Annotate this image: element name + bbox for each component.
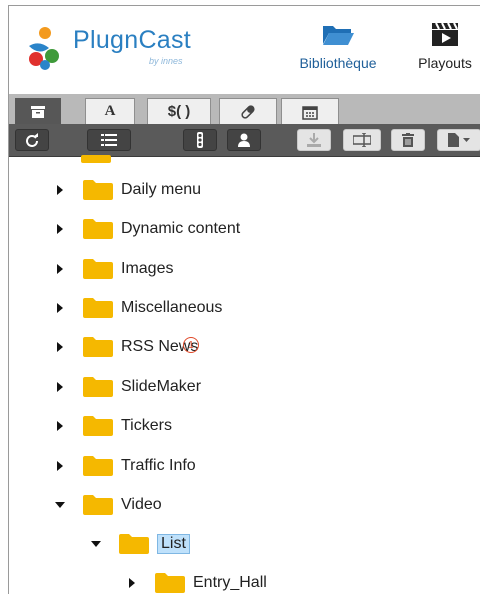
clapperboard-icon — [432, 22, 458, 46]
list-icon — [101, 134, 117, 146]
folder-icon — [83, 416, 113, 436]
caret-down-icon[interactable] — [91, 539, 101, 549]
rename-button[interactable] — [343, 129, 381, 151]
folder-icon — [83, 495, 113, 515]
folder-icon — [83, 377, 113, 397]
new-file-dropdown-button[interactable] — [437, 129, 480, 151]
dollar-icon: $( ) — [167, 103, 191, 120]
tree-item-label: Dynamic content — [121, 220, 241, 237]
tab-variables[interactable]: $( ) — [147, 98, 211, 124]
tree-item-label: Daily menu — [121, 181, 202, 198]
folder-icon — [119, 534, 149, 554]
nav-playouts[interactable]: Playouts — [405, 20, 480, 71]
caret-down-icon[interactable] — [55, 500, 65, 510]
caret-right-icon[interactable] — [55, 264, 65, 274]
new-file-dropdown-icon — [448, 133, 470, 147]
caret-right-icon[interactable] — [55, 185, 65, 195]
caret-right-icon[interactable] — [55, 303, 65, 313]
nav-bibliotheque-label: Bibliothèque — [299, 55, 377, 71]
pill-icon — [241, 104, 255, 119]
caret-right-icon[interactable] — [55, 382, 65, 392]
refresh-icon — [26, 133, 38, 147]
caret-right-icon[interactable] — [55, 224, 65, 234]
tree-item[interactable]: Entry_Hall — [127, 571, 267, 594]
tree-item-label: Images — [121, 260, 174, 277]
app-window: PlugnCast by innes Bibliothèque Playouts — [8, 5, 480, 594]
tree-item-label: SlideMaker — [121, 378, 202, 395]
folder-open-icon — [323, 26, 354, 45]
download-icon — [307, 133, 321, 147]
caret-right-icon[interactable] — [127, 578, 137, 588]
partial-folder-icon — [81, 152, 111, 163]
tab-text[interactable]: A — [85, 98, 135, 124]
user-button[interactable] — [227, 129, 261, 151]
archive-icon — [31, 105, 45, 118]
tree-item[interactable]: Tickers — [55, 414, 172, 438]
folder-icon — [83, 337, 113, 357]
tree-item[interactable]: RSS News — [55, 335, 198, 359]
tree-item[interactable]: Video — [55, 493, 162, 517]
folder-icon — [83, 298, 113, 318]
tab-plugins[interactable] — [219, 98, 277, 124]
tree-item-label: Traffic Info — [121, 457, 196, 474]
list-view-button[interactable] — [87, 129, 131, 151]
tree-item[interactable]: List — [91, 532, 190, 556]
user-icon — [238, 133, 250, 147]
tree-item-label: Entry_Hall — [193, 574, 267, 591]
nav-playouts-label: Playouts — [418, 55, 472, 71]
tree-item[interactable]: Traffic Info — [55, 454, 196, 478]
tree-item[interactable]: SlideMaker — [55, 375, 201, 399]
download-button[interactable] — [297, 129, 331, 151]
caret-right-icon[interactable] — [55, 461, 65, 471]
trash-icon — [402, 133, 414, 147]
caret-right-icon[interactable] — [55, 342, 65, 352]
nav-bibliotheque[interactable]: Bibliothèque — [289, 20, 387, 71]
brand-name: PlugnCast — [73, 26, 192, 54]
tree-item-label: Miscellaneous — [121, 299, 223, 316]
calendar-icon — [302, 105, 318, 120]
annotation-marker: 1 — [183, 337, 199, 353]
folder-icon — [83, 219, 113, 239]
folder-icon — [155, 573, 185, 593]
tree-item[interactable]: Daily menu — [55, 178, 201, 202]
font-icon: A — [104, 103, 116, 119]
tree-item-label: Tickers — [121, 417, 172, 434]
library-toolbar — [9, 124, 480, 157]
tree-item[interactable]: Dynamic content — [55, 217, 240, 241]
tree-item-label: List — [157, 534, 190, 554]
tree-item[interactable]: Images — [55, 257, 173, 281]
traffic-light-icon — [197, 132, 203, 148]
folder-icon — [83, 259, 113, 279]
library-tree: Daily menu Dynamic content Images Miscellan… — [9, 155, 480, 594]
brand-byline: by innes — [149, 56, 183, 66]
caret-right-icon[interactable] — [55, 421, 65, 431]
tree-item[interactable]: Miscellaneous — [55, 296, 222, 320]
refresh-button[interactable] — [15, 129, 49, 151]
tab-bar: A $( ) — [9, 94, 480, 124]
status-button[interactable] — [183, 129, 217, 151]
tab-calendar[interactable] — [281, 98, 339, 124]
tab-archive[interactable] — [15, 98, 61, 124]
rename-icon — [353, 133, 371, 147]
tree-item-label: Video — [121, 496, 162, 513]
delete-button[interactable] — [391, 129, 425, 151]
folder-icon — [83, 456, 113, 476]
folder-icon — [83, 180, 113, 200]
app-header: PlugnCast by innes Bibliothèque Playouts — [9, 6, 480, 94]
